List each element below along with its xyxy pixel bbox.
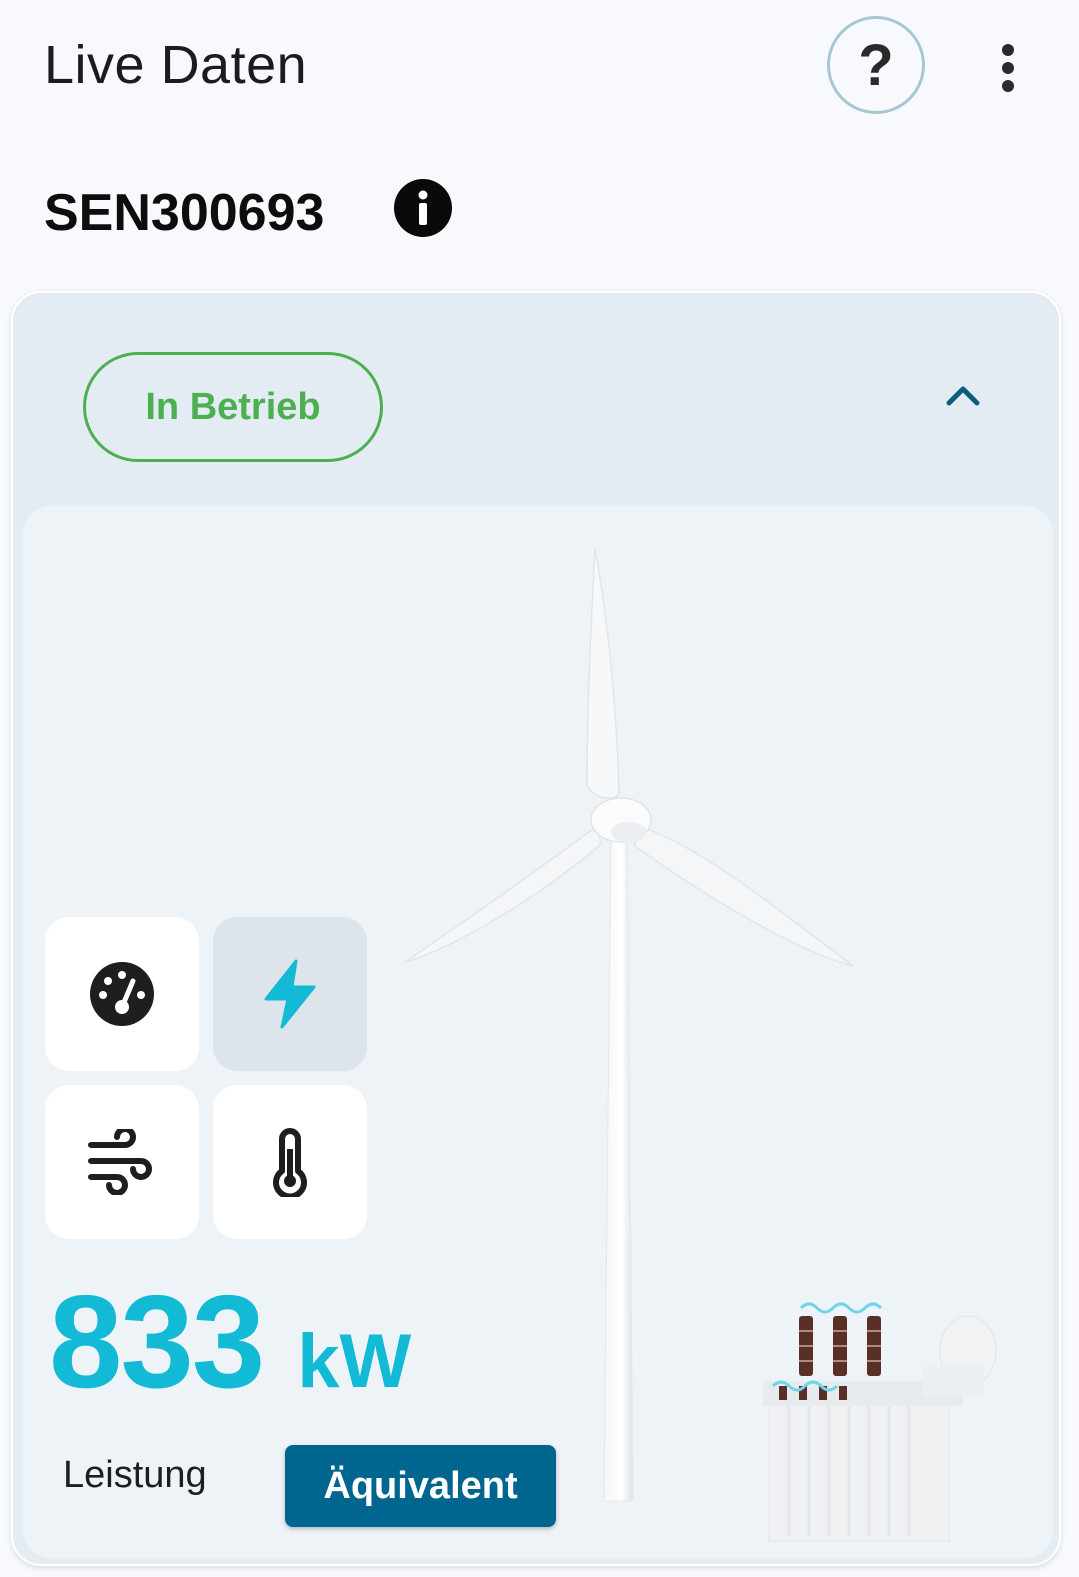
- thermometer-icon: [273, 1128, 307, 1197]
- status-badge: In Betrieb: [83, 352, 383, 462]
- live-data-card: In Betrieb 833 kW Leistung Äquivalent: [11, 291, 1061, 1566]
- power-value: 833: [49, 1268, 265, 1415]
- tab-aequivalent[interactable]: Äquivalent: [285, 1445, 556, 1527]
- device-info-button[interactable]: [393, 178, 453, 238]
- tile-wind[interactable]: [45, 1085, 199, 1239]
- help-button[interactable]: ?: [827, 16, 925, 114]
- collapse-button[interactable]: [933, 365, 993, 425]
- question-icon: ?: [858, 32, 894, 98]
- chevron-up-icon: [946, 386, 980, 406]
- tile-temperature[interactable]: [213, 1085, 367, 1239]
- power-unit: kW: [297, 1319, 412, 1404]
- tile-power[interactable]: [213, 917, 367, 1071]
- turbine-panel: 833 kW Leistung Äquivalent: [23, 506, 1053, 1558]
- transformer-illustration: [763, 1302, 997, 1542]
- tile-speed[interactable]: [45, 917, 199, 1071]
- lightning-bolt-icon: [264, 959, 316, 1029]
- tab-leistung[interactable]: Leistung: [63, 1454, 207, 1514]
- more-options-button[interactable]: [985, 38, 1031, 98]
- speedometer-icon: [90, 962, 154, 1026]
- wind-icon: [88, 1129, 152, 1195]
- device-id: SEN300693: [44, 184, 325, 242]
- app-bar: Live Daten ?: [0, 0, 1079, 135]
- page-title: Live Daten: [44, 35, 308, 95]
- metric-value: 833 kW: [49, 1266, 412, 1415]
- more-vert-icon: [1002, 44, 1014, 92]
- info-icon: [394, 179, 452, 237]
